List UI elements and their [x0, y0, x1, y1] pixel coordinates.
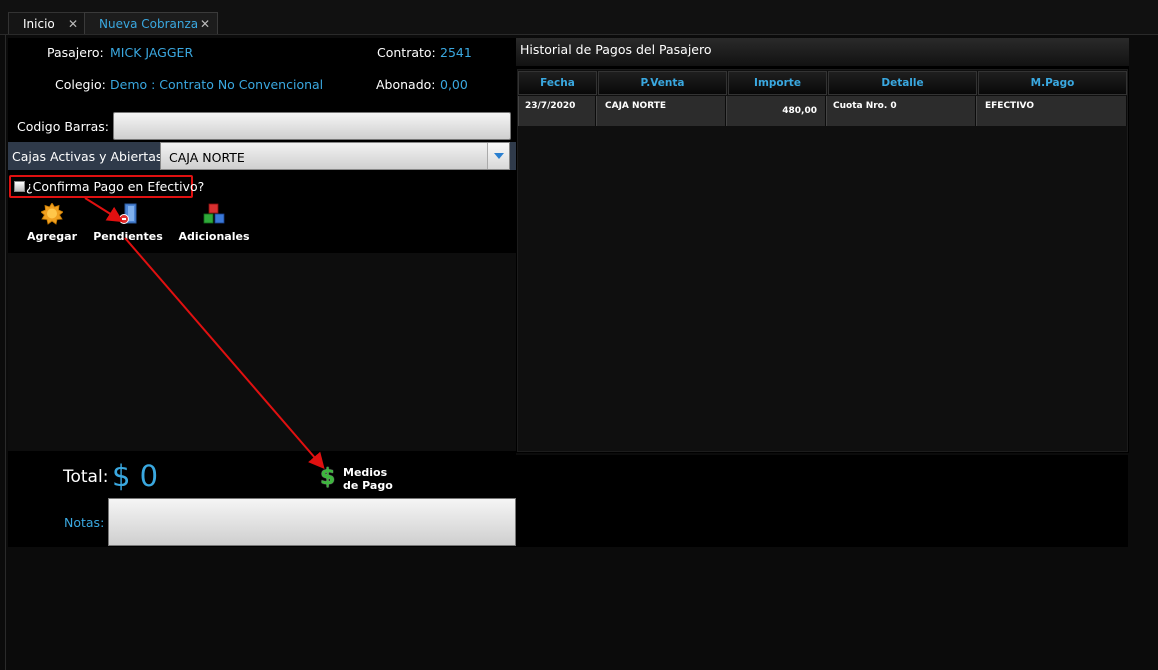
tab-bar: Inicio ✕ Nueva Cobranza ✕ — [0, 0, 1158, 35]
adicionales-button[interactable]: Adicionales — [178, 203, 250, 243]
agregar-button[interactable]: Agregar — [26, 202, 78, 243]
cajas-selected-value: CAJA NORTE — [169, 150, 245, 165]
contrato-label: Contrato: — [377, 45, 436, 60]
cell-mpago: EFECTIVO — [976, 96, 1127, 126]
historial-header: Historial de Pagos del Pasajero — [516, 38, 1129, 66]
column-header-detalle[interactable]: Detalle — [828, 71, 977, 95]
column-header-importe[interactable]: Importe — [728, 71, 827, 95]
close-icon[interactable]: ✕ — [68, 13, 78, 35]
abonado-value: 0,00 — [440, 77, 468, 92]
confirma-pago-checkbox[interactable] — [14, 181, 25, 192]
chevron-down-icon[interactable] — [487, 143, 509, 169]
column-header-fecha[interactable]: Fecha — [518, 71, 597, 95]
historial-title: Historial de Pagos del Pasajero — [520, 42, 712, 57]
tab-nueva-cobranza[interactable]: Nueva Cobranza ✕ — [84, 12, 218, 34]
tab-inicio[interactable]: Inicio ✕ — [8, 12, 86, 34]
cell-pventa: CAJA NORTE — [596, 96, 726, 126]
dollar-icon: $ — [320, 465, 336, 490]
total-value: $ 0 — [112, 459, 159, 493]
column-header-mpago[interactable]: M.Pago — [978, 71, 1127, 95]
cell-importe: 480,00 — [726, 96, 826, 126]
cell-detalle: Cuota Nro. 0 — [826, 96, 976, 126]
pasajero-label: Pasajero: — [47, 45, 104, 60]
items-list-area — [8, 253, 516, 451]
notas-label: Notas: — [64, 515, 105, 530]
pendientes-button[interactable]: Pendientes — [93, 203, 163, 243]
total-label: Total: — [63, 467, 109, 487]
adicionales-label: Adicionales — [178, 230, 250, 243]
cell-fecha: 23/7/2020 — [518, 96, 596, 126]
confirma-pago-highlight: ¿Confirma Pago en Efectivo? — [9, 175, 204, 198]
pendientes-label: Pendientes — [93, 230, 163, 243]
cajas-select[interactable]: CAJA NORTE — [160, 142, 510, 170]
confirma-pago-label[interactable]: ¿Confirma Pago en Efectivo? — [26, 179, 204, 194]
codigo-barras-label: Codigo Barras: — [17, 119, 110, 134]
cubes-icon — [203, 203, 225, 225]
contrato-value: 2541 — [440, 45, 472, 60]
medios-pago-label: Medios de Pago — [343, 466, 393, 492]
tab-nueva-cobranza-label: Nueva Cobranza — [99, 17, 199, 31]
pasajero-value: MICK JAGGER — [110, 45, 194, 60]
column-header-pventa[interactable]: P.Venta — [598, 71, 727, 95]
pendientes-icon — [117, 203, 139, 225]
notas-input[interactable] — [108, 498, 516, 546]
historial-grid — [517, 69, 1128, 452]
agregar-label: Agregar — [27, 230, 77, 243]
colegio-value: Demo : Contrato No Convencional — [110, 77, 324, 92]
colegio-label: Colegio: — [55, 77, 106, 92]
close-icon[interactable]: ✕ — [200, 13, 210, 35]
abonado-label: Abonado: — [376, 77, 436, 92]
add-icon — [40, 202, 64, 225]
window-border — [5, 35, 6, 670]
tab-inicio-label: Inicio — [23, 17, 55, 31]
codigo-barras-input[interactable] — [113, 112, 511, 140]
cajas-label: Cajas Activas y Abiertas: — [12, 149, 167, 164]
